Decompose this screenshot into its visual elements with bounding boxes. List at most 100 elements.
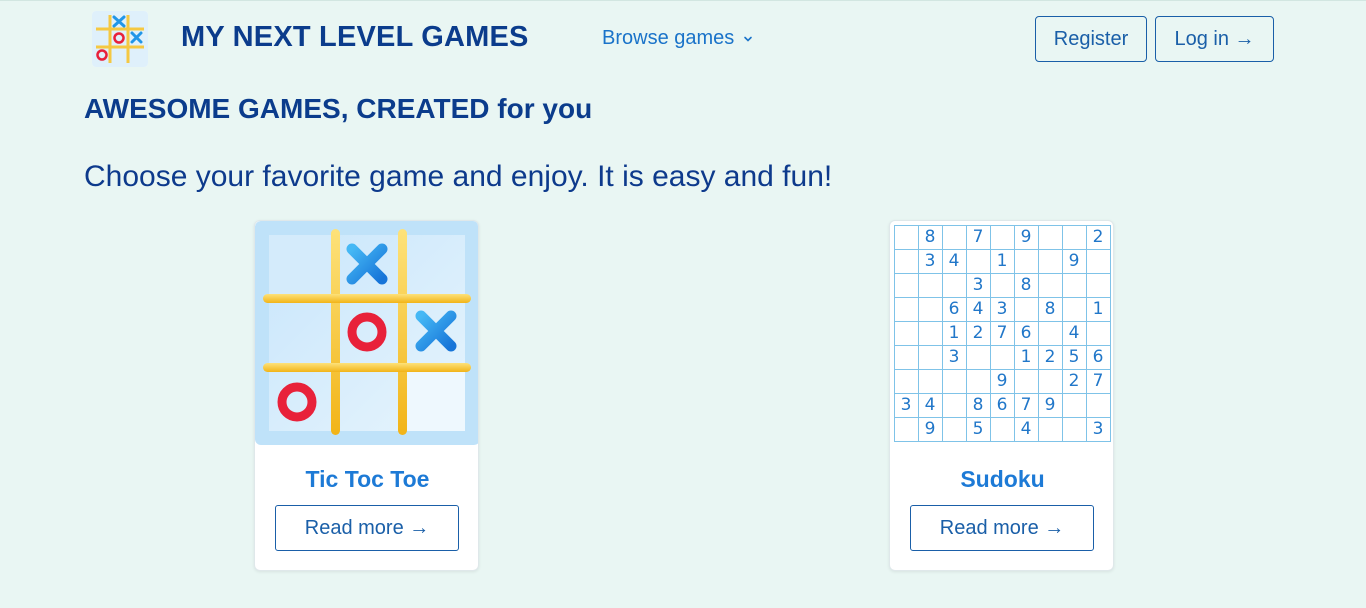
- sudoku-cell: 8: [917, 224, 943, 250]
- sudoku-cell: [1061, 392, 1087, 418]
- browse-games-dropdown[interactable]: Browse games: [602, 27, 754, 50]
- sudoku-cell: 1: [989, 248, 1015, 274]
- sudoku-cell: 7: [1013, 392, 1039, 418]
- sudoku-cell: 4: [941, 248, 967, 274]
- site-title[interactable]: MY NEXT LEVEL GAMES: [181, 21, 529, 54]
- register-button[interactable]: Register: [1035, 16, 1147, 62]
- sudoku-cell: [941, 224, 967, 250]
- sudoku-cell: [989, 416, 1015, 442]
- sudoku-cell: [893, 248, 919, 274]
- browse-games-label: Browse games: [602, 27, 735, 49]
- sudoku-cell: [917, 368, 943, 394]
- sudoku-grid: 87923419386438112764312569273486799543: [893, 224, 1111, 442]
- sudoku-cell: [1085, 392, 1111, 418]
- sudoku-cell: [1085, 272, 1111, 298]
- sudoku-cell: 4: [1061, 320, 1087, 346]
- sudoku-cell: 5: [965, 416, 991, 442]
- sudoku-cell: [1061, 272, 1087, 298]
- sudoku-cell: 2: [965, 320, 991, 346]
- sudoku-cell: 9: [989, 368, 1015, 394]
- sudoku-cell: [965, 368, 991, 394]
- sudoku-cell: [941, 392, 967, 418]
- sudoku-cell: 2: [1037, 344, 1063, 370]
- sudoku-cell: [941, 368, 967, 394]
- site-logo-icon[interactable]: [92, 11, 148, 67]
- sudoku-cell: 8: [965, 392, 991, 418]
- game-card-tic-toc-toe: Tic Toc Toe Read more →: [254, 220, 479, 571]
- sudoku-cell: 8: [1037, 296, 1063, 322]
- sudoku-cell: 1: [1085, 296, 1111, 322]
- game-title[interactable]: Tic Toc Toe: [255, 466, 478, 493]
- sudoku-cell: [1085, 320, 1111, 346]
- sudoku-cell: [1061, 416, 1087, 442]
- sudoku-cell: 4: [965, 296, 991, 322]
- sudoku-cell: [1037, 368, 1063, 394]
- sudoku-cell: 4: [1013, 416, 1039, 442]
- sudoku-cell: [1061, 296, 1087, 322]
- sudoku-cell: 3: [917, 248, 943, 274]
- sudoku-cell: [1037, 224, 1063, 250]
- game-title[interactable]: Sudoku: [890, 466, 1113, 493]
- sudoku-cell: [893, 416, 919, 442]
- sudoku-cell: [1037, 320, 1063, 346]
- sudoku-cell: 3: [893, 392, 919, 418]
- sudoku-cell: [1037, 416, 1063, 442]
- sudoku-cell: [965, 248, 991, 274]
- sudoku-cell: [917, 296, 943, 322]
- sudoku-cell: 9: [1013, 224, 1039, 250]
- sudoku-cell: [917, 272, 943, 298]
- tic-tac-toe-board-icon[interactable]: [255, 221, 478, 445]
- sudoku-cell: [1013, 248, 1039, 274]
- sudoku-cell: [965, 344, 991, 370]
- sudoku-cell: [917, 320, 943, 346]
- read-more-button[interactable]: Read more →: [910, 505, 1094, 551]
- sudoku-cell: [1037, 248, 1063, 274]
- game-card-sudoku: 87923419386438112764312569273486799543 S…: [889, 220, 1114, 571]
- sudoku-cell: [1013, 296, 1039, 322]
- sudoku-cell: 1: [941, 320, 967, 346]
- sudoku-cell: [941, 272, 967, 298]
- sudoku-cell: [1085, 248, 1111, 274]
- sudoku-cell: [893, 344, 919, 370]
- sudoku-cell: 6: [1013, 320, 1039, 346]
- login-button[interactable]: Log in →: [1155, 16, 1274, 62]
- sudoku-cell: [1061, 224, 1087, 250]
- sudoku-cell: 3: [965, 272, 991, 298]
- sudoku-cell: 5: [1061, 344, 1087, 370]
- sudoku-cell: [893, 296, 919, 322]
- sudoku-cell: 3: [941, 344, 967, 370]
- sudoku-cell: 9: [1061, 248, 1087, 274]
- sudoku-cell: 9: [917, 416, 943, 442]
- sudoku-cell: 7: [989, 320, 1015, 346]
- sudoku-cell: 2: [1061, 368, 1087, 394]
- top-navbar: MY NEXT LEVEL GAMES Browse games Registe…: [0, 1, 1366, 77]
- sudoku-cell: 4: [917, 392, 943, 418]
- sudoku-cell: [1013, 368, 1039, 394]
- sudoku-cell: 2: [1085, 224, 1111, 250]
- sudoku-cell: 8: [1013, 272, 1039, 298]
- sudoku-cell: [893, 368, 919, 394]
- sudoku-cell: 7: [1085, 368, 1111, 394]
- chevron-down-icon: [744, 36, 753, 42]
- sudoku-cell: [893, 224, 919, 250]
- sudoku-grid-icon[interactable]: 87923419386438112764312569273486799543: [890, 221, 1113, 445]
- sudoku-cell: [893, 272, 919, 298]
- sudoku-cell: 6: [941, 296, 967, 322]
- sudoku-cell: 7: [965, 224, 991, 250]
- sudoku-cell: [989, 344, 1015, 370]
- sudoku-cell: 1: [1013, 344, 1039, 370]
- sudoku-cell: [941, 416, 967, 442]
- sudoku-cell: 6: [989, 392, 1015, 418]
- sudoku-cell: [989, 224, 1015, 250]
- page-title: AWESOME GAMES, CREATED for you: [84, 93, 593, 124]
- sudoku-cell: [989, 272, 1015, 298]
- page-subtitle: Choose your favorite game and enjoy. It …: [84, 160, 833, 193]
- sudoku-cell: 3: [1085, 416, 1111, 442]
- sudoku-cell: [917, 344, 943, 370]
- sudoku-cell: [893, 320, 919, 346]
- read-more-button[interactable]: Read more →: [275, 505, 459, 551]
- sudoku-cell: 9: [1037, 392, 1063, 418]
- sudoku-cell: 6: [1085, 344, 1111, 370]
- sudoku-cell: 3: [989, 296, 1015, 322]
- sudoku-cell: [1037, 272, 1063, 298]
